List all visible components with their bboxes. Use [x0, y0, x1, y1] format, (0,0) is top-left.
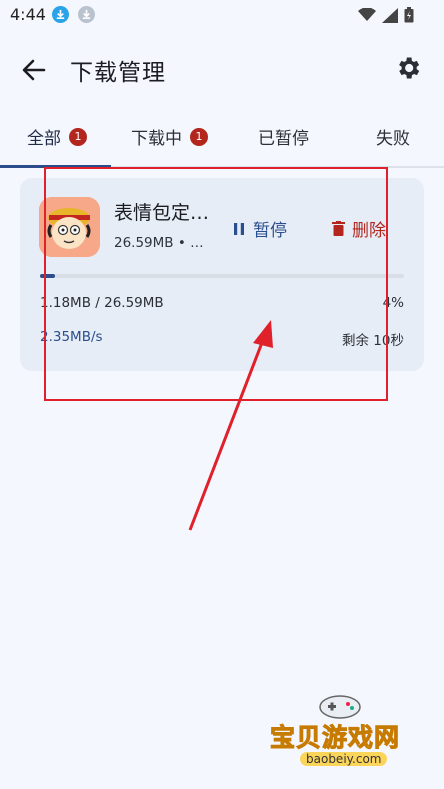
gamepad-icon — [319, 695, 361, 719]
app-bar: 下载管理 — [0, 40, 444, 98]
battery-icon — [404, 7, 414, 23]
status-icons — [358, 7, 414, 23]
watermark-text: 宝贝游戏网 — [269, 723, 401, 753]
count-badge: 1 — [69, 127, 87, 146]
wifi-icon — [358, 8, 376, 21]
annotation-highlight-box — [44, 167, 388, 401]
tab-label: 全部 — [27, 129, 61, 149]
back-arrow-icon[interactable] — [20, 56, 50, 84]
tab-failed[interactable]: 失败 — [376, 124, 410, 149]
count-badge: 1 — [190, 127, 208, 146]
download-notification-icon — [52, 6, 69, 23]
signal-icon — [382, 7, 398, 23]
tab-all[interactable]: 全部 1 — [27, 124, 87, 149]
watermark-logo: 宝贝游戏网 baobeiy.com — [264, 690, 424, 782]
gear-icon[interactable] — [394, 54, 424, 84]
tab-label: 已暂停 — [258, 129, 309, 149]
download-done-notification-icon — [78, 6, 95, 23]
tab-bar: 全部 1 下载中 1 已暂停 失败 — [0, 116, 444, 168]
tab-downloading[interactable]: 下载中 1 — [131, 124, 208, 149]
status-bar: 4:44 — [0, 0, 444, 30]
status-time: 4:44 — [10, 5, 46, 24]
tab-paused[interactable]: 已暂停 — [258, 124, 309, 149]
tab-label: 失败 — [376, 129, 410, 149]
watermark-url: baobeiy.com — [300, 752, 388, 766]
page-title: 下载管理 — [70, 60, 166, 86]
tab-label: 下载中 — [131, 129, 182, 149]
